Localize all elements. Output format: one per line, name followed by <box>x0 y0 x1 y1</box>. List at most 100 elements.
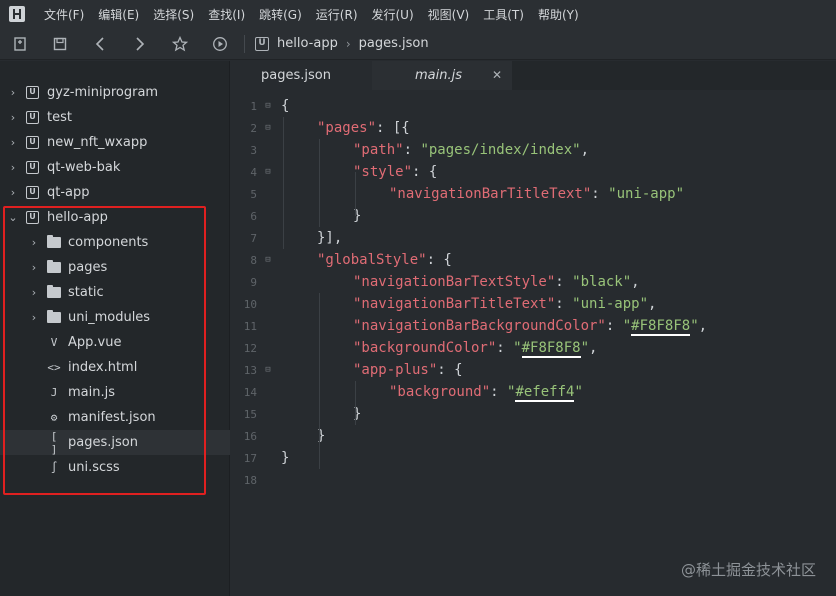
code-text: { <box>281 98 289 114</box>
code-token: , <box>589 340 598 356</box>
code-line[interactable]: 2 ⊟ "pages": [{ <box>231 117 836 139</box>
folder-icon <box>47 310 61 323</box>
code-token: " <box>580 340 590 356</box>
chevron-right-icon[interactable]: › <box>8 186 18 199</box>
breadcrumb-project[interactable]: hello-app <box>277 36 338 51</box>
breadcrumb-file[interactable]: pages.json <box>359 36 429 51</box>
chevron-right-icon[interactable]: › <box>8 161 18 174</box>
tree-project[interactable]: › Unew_nft_wxapp <box>0 130 230 155</box>
menu-item[interactable]: 视图(V) <box>421 6 477 23</box>
back-icon[interactable] <box>80 28 120 60</box>
menu-item[interactable]: 工具(T) <box>476 6 531 23</box>
code-line[interactable]: 18 <box>231 469 836 491</box>
menu-item[interactable]: 文件(F) <box>37 6 91 23</box>
watermark: @稀土掘金技术社区 <box>680 561 816 579</box>
line-number: 9 <box>250 275 257 289</box>
line-number: 13 <box>243 363 257 377</box>
code-line[interactable]: 10 "navigationBarTitleText": "uni-app", <box>231 293 836 315</box>
chevron-right-icon[interactable]: › <box>29 236 39 249</box>
star-icon[interactable] <box>160 28 200 60</box>
code-line[interactable]: 13 ⊟ "app-plus": { <box>231 359 836 381</box>
color-value-token: #efeff4 <box>515 384 575 402</box>
code-line[interactable]: 1 ⊟ { <box>231 95 836 117</box>
tree-file[interactable]: <> index.html <box>0 355 230 380</box>
file-icon: <> <box>47 361 61 374</box>
fold-toggle-icon[interactable]: ⊟ <box>261 365 275 375</box>
tree-item-label: main.js <box>68 385 115 400</box>
code-token: : <box>496 340 514 356</box>
chevron-right-icon[interactable]: › <box>29 261 39 274</box>
tree-folder[interactable]: › components <box>0 230 230 255</box>
code-token: "app-plus" <box>353 362 438 378</box>
chevron-right-icon[interactable]: › <box>29 286 39 299</box>
tree-file[interactable]: [ ] pages.json <box>0 430 230 456</box>
code-line[interactable]: 16} <box>231 425 836 447</box>
file-icon: V <box>50 336 58 349</box>
code-line[interactable]: 15} <box>231 403 836 425</box>
code-line[interactable]: 11 "navigationBarBackgroundColor": "#F8F8… <box>231 315 836 337</box>
run-icon[interactable] <box>200 28 240 60</box>
code-text: "background": "#efeff4" <box>281 384 583 402</box>
menu-item[interactable]: 选择(S) <box>146 6 201 23</box>
tree-folder[interactable]: › static <box>0 280 230 305</box>
menu-item[interactable]: 运行(R) <box>309 6 365 23</box>
tree-item-label: pages <box>68 260 108 275</box>
code-line[interactable]: 5 "navigationBarTitleText": "uni-app" <box>231 183 836 205</box>
code-line[interactable]: 3 "path": "pages/index/index", <box>231 139 836 161</box>
code-line[interactable]: 8 ⊟ "globalStyle": { <box>231 249 836 271</box>
editor-tab[interactable]: main.js ✕ <box>372 61 512 90</box>
menu-item[interactable]: 帮助(Y) <box>531 6 586 23</box>
code-line[interactable]: 9 "navigationBarTextStyle": "black", <box>231 271 836 293</box>
tree-item-label: pages.json <box>68 435 138 450</box>
code-editor[interactable]: 1 ⊟ {2 ⊟ "pages": [{3 "path": "pages/index/in… <box>231 90 836 596</box>
fold-toggle-icon[interactable]: ⊟ <box>261 255 275 265</box>
code-token: " <box>622 318 632 334</box>
chevron-right-icon[interactable]: › <box>8 136 18 149</box>
fold-toggle-icon[interactable]: ⊟ <box>261 167 275 177</box>
menu-item[interactable]: 编辑(E) <box>91 6 146 23</box>
tree-folder[interactable]: › uni_modules <box>0 305 230 330</box>
code-line[interactable]: 4 ⊟ "style": { <box>231 161 836 183</box>
code-line[interactable]: 6} <box>231 205 836 227</box>
line-number: 4 <box>250 165 257 179</box>
code-token: "path" <box>353 142 404 158</box>
tree-file[interactable]: Jmain.js <box>0 380 230 405</box>
tree-project[interactable]: › Uqt-app <box>0 180 230 205</box>
editor-tabs: pages.json main.js ✕ <box>231 61 836 90</box>
tree-item-label: App.vue <box>68 335 122 350</box>
tree-file[interactable]: ∫ uni.scss <box>0 455 230 480</box>
close-icon[interactable]: ✕ <box>492 68 502 82</box>
menu-item[interactable]: 跳转(G) <box>252 6 309 23</box>
chevron-right-icon[interactable]: › <box>29 311 39 324</box>
chevron-right-icon[interactable]: › <box>8 86 18 99</box>
code-token: : [{ <box>376 120 410 136</box>
chevron-right-icon[interactable]: › <box>8 111 18 124</box>
tree-project[interactable]: › Ugyz-miniprogram <box>0 80 230 105</box>
code-token: "navigationBarTitleText" <box>389 186 592 202</box>
menu-item[interactable]: 查找(I) <box>201 6 252 23</box>
tree-project[interactable]: › Utest <box>0 105 230 130</box>
new-file-icon[interactable] <box>0 28 40 60</box>
code-line[interactable]: 14 "background": "#efeff4" <box>231 381 836 403</box>
tree-item-label: uni_modules <box>68 310 151 325</box>
fold-toggle-icon[interactable]: ⊟ <box>261 101 275 111</box>
code-line[interactable]: 7}], <box>231 227 836 249</box>
code-line[interactable]: 17} <box>231 447 836 469</box>
tree-file[interactable]: V App.vue <box>0 330 230 355</box>
chevron-down-icon[interactable]: ⌄ <box>8 211 18 224</box>
tree-project[interactable]: › Uqt-web-bak <box>0 155 230 180</box>
line-number: 15 <box>243 407 257 421</box>
line-number: 5 <box>250 187 257 201</box>
fold-toggle-icon[interactable]: ⊟ <box>261 123 275 133</box>
code-text: } <box>281 450 289 466</box>
code-line[interactable]: 12 "backgroundColor": "#F8F8F8", <box>231 337 836 359</box>
folder-icon <box>47 285 61 298</box>
forward-icon[interactable] <box>120 28 160 60</box>
tree-file[interactable]: ⚙ manifest.json <box>0 405 230 430</box>
code-token: } <box>281 450 290 466</box>
editor-tab[interactable]: pages.json <box>231 61 372 90</box>
save-icon[interactable] <box>40 28 80 60</box>
tree-folder[interactable]: › pages <box>0 255 230 280</box>
menu-item[interactable]: 发行(U) <box>365 6 421 23</box>
tree-project[interactable]: ⌄ Uhello-app <box>0 205 230 230</box>
